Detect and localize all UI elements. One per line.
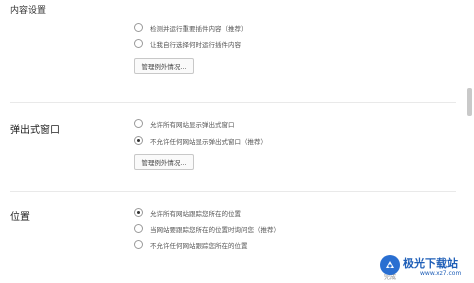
section-title-popups: 弹出式窗口 (10, 125, 60, 136)
radio-choose-plugins[interactable]: 让我自行选择何时运行插件内容 (134, 37, 241, 50)
radio-button[interactable] (134, 136, 143, 145)
radio-button[interactable] (134, 208, 143, 217)
radio-allow-location[interactable]: 允许所有网站跟踪您所在的位置 (134, 206, 241, 219)
section-title-location: 位置 (10, 212, 30, 223)
radio-button[interactable] (134, 23, 143, 32)
radio-label: 不允许任何网站显示弹出式窗口（推荐） (150, 137, 267, 146)
radio-allow-popups[interactable]: 允许所有网站显示弹出式窗口 (134, 117, 235, 130)
radio-ask-location[interactable]: 当网站要跟踪您所在的位置时询问您（推荐） (134, 222, 280, 235)
radio-label: 让我自行选择何时运行插件内容 (150, 40, 241, 49)
radio-label: 不允许任何网站跟踪您所在的位置 (150, 241, 248, 250)
page-title: 内容设置 (10, 6, 47, 16)
divider (10, 191, 456, 192)
divider (10, 102, 456, 103)
radio-label: 允许所有网站跟踪您所在的位置 (150, 209, 241, 218)
watermark: 极光下载站 www.xz7.com (380, 255, 468, 279)
radio-block-popups[interactable]: 不允许任何网站显示弹出式窗口（推荐） (134, 134, 267, 147)
scrollbar[interactable] (464, 0, 474, 283)
manage-exceptions-button-plugins[interactable]: 管理例外情况... (134, 58, 194, 74)
radio-block-location[interactable]: 不允许任何网站跟踪您所在的位置 (134, 238, 248, 251)
radio-button[interactable] (134, 39, 143, 48)
radio-detect-plugins[interactable]: 检测并运行重要插件内容（推荐） (134, 21, 248, 34)
scrollbar-thumb[interactable] (467, 88, 472, 116)
radio-label: 检测并运行重要插件内容（推荐） (150, 24, 248, 33)
radio-button[interactable] (134, 240, 143, 249)
radio-button[interactable] (134, 224, 143, 233)
manage-exceptions-button-popups[interactable]: 管理例外情况... (134, 154, 194, 170)
radio-button[interactable] (134, 119, 143, 128)
watermark-site: www.xz7.com (420, 270, 462, 277)
radio-label: 允许所有网站显示弹出式窗口 (150, 120, 235, 129)
radio-label: 当网站要跟踪您所在的位置时询问您（推荐） (150, 225, 280, 234)
watermark-logo-icon (380, 255, 400, 275)
watermark-name: 极光下载站 (403, 257, 458, 270)
